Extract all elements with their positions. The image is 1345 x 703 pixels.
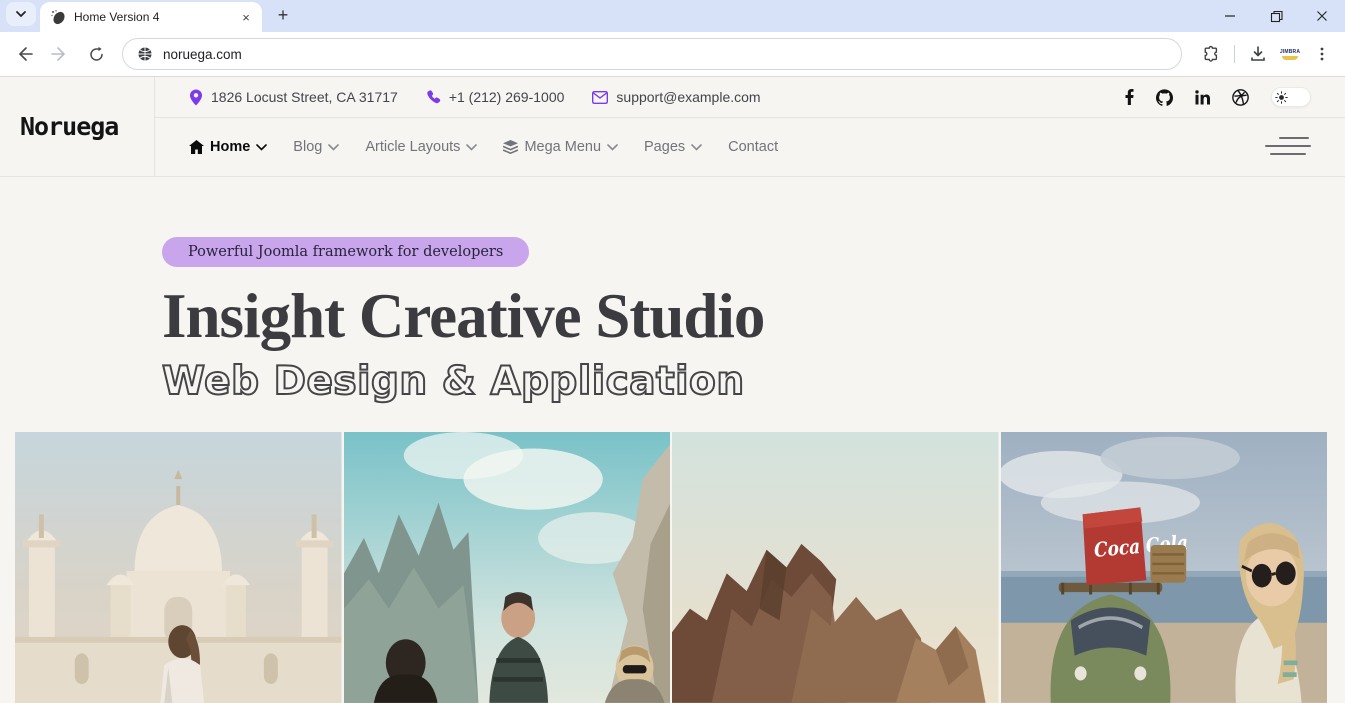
new-tab-button[interactable]: + xyxy=(270,2,296,28)
theme-toggle[interactable] xyxy=(1271,87,1311,107)
window-controls xyxy=(1207,0,1345,32)
palace-photo-art xyxy=(15,432,342,703)
web-page: Noruega 1826 Locust Street, CA 31717 +1 … xyxy=(0,77,1345,703)
tab-search-button[interactable] xyxy=(6,2,36,26)
nav-label: Home xyxy=(210,139,250,155)
kebab-icon xyxy=(1314,46,1330,62)
chevron-down-icon xyxy=(691,144,702,151)
nav-item-mega-menu[interactable]: Mega Menu xyxy=(503,131,636,163)
site-globe-icon xyxy=(137,46,153,62)
toolbar-separator xyxy=(1234,45,1235,63)
chevron-down-icon xyxy=(15,8,27,20)
download-icon xyxy=(1249,45,1267,63)
main-nav: Home Blog Article Layouts Mega Menu xyxy=(155,118,1345,176)
nav-item-article-layouts[interactable]: Article Layouts xyxy=(365,131,495,163)
puzzle-icon xyxy=(1202,45,1220,63)
hero-gallery: Coca Cola xyxy=(15,432,1327,703)
minimize-icon xyxy=(1224,10,1236,22)
tab-close-button[interactable]: × xyxy=(238,9,254,25)
back-button[interactable] xyxy=(8,38,40,70)
forward-button[interactable] xyxy=(44,38,76,70)
forward-icon xyxy=(51,45,69,63)
address-bar[interactable]: noruega.com xyxy=(122,38,1182,70)
gallery-photo-palace[interactable] xyxy=(15,432,342,703)
extensions-button[interactable] xyxy=(1196,39,1226,69)
gallery-photo-van-girl[interactable]: Coca Cola xyxy=(1001,432,1328,703)
github-icon[interactable] xyxy=(1156,89,1173,106)
layers-icon xyxy=(503,140,518,154)
site-header: Noruega 1826 Locust Street, CA 31717 +1 … xyxy=(0,77,1345,177)
phone-icon xyxy=(426,90,441,105)
nav-label: Blog xyxy=(293,139,322,155)
browser-window: Home Version 4 × + noruega. xyxy=(0,0,1345,703)
nav-label: Mega Menu xyxy=(524,139,601,155)
chevron-down-icon xyxy=(256,144,267,151)
close-window-button[interactable] xyxy=(1299,0,1345,32)
email-text: support@example.com xyxy=(616,89,760,105)
downloads-button[interactable] xyxy=(1243,39,1273,69)
nav-label: Pages xyxy=(644,139,685,155)
reload-icon xyxy=(88,46,105,63)
hero-title: Insight Creative Studio xyxy=(162,283,1345,349)
offcanvas-menu-button[interactable] xyxy=(1265,134,1311,160)
minimize-button[interactable] xyxy=(1207,0,1253,32)
contact-topbar: 1826 Locust Street, CA 31717 +1 (212) 26… xyxy=(155,77,1345,118)
site-logo[interactable]: Noruega xyxy=(0,77,155,176)
tab-favicon-icon xyxy=(50,9,66,25)
nav-item-pages[interactable]: Pages xyxy=(644,131,720,163)
menu-button[interactable] xyxy=(1307,39,1337,69)
location-pin-icon xyxy=(189,89,203,106)
linkedin-icon[interactable] xyxy=(1195,90,1210,105)
chevron-down-icon xyxy=(607,144,618,151)
hero-badge: Powerful Joomla framework for developers xyxy=(162,237,529,267)
phone-text: +1 (212) 269-1000 xyxy=(449,89,565,105)
facebook-icon[interactable] xyxy=(1125,89,1134,105)
browser-toolbar: noruega.com JIMBRA xyxy=(0,32,1345,77)
mountain-photo-art xyxy=(344,432,671,703)
avatar-logo-text: JIMBRA xyxy=(1280,49,1300,55)
email-item[interactable]: support@example.com xyxy=(592,89,760,105)
address-item: 1826 Locust Street, CA 31717 xyxy=(189,89,398,106)
hero-subtitle: Web Design & Application xyxy=(162,359,1345,404)
hero-section: Powerful Joomla framework for developers… xyxy=(0,177,1345,404)
social-links xyxy=(1125,87,1311,107)
home-icon xyxy=(189,140,204,154)
address-text: 1826 Locust Street, CA 31717 xyxy=(211,89,398,105)
nav-label: Contact xyxy=(728,139,778,155)
chevron-down-icon xyxy=(328,144,339,151)
tab-strip: Home Version 4 × + xyxy=(0,0,1345,32)
nav-item-contact[interactable]: Contact xyxy=(728,131,796,163)
back-icon xyxy=(15,45,33,63)
browser-tab[interactable]: Home Version 4 × xyxy=(40,2,262,32)
reload-button[interactable] xyxy=(80,38,112,70)
nav-label: Article Layouts xyxy=(365,139,460,155)
url-text: noruega.com xyxy=(163,47,242,62)
rocks-photo-art xyxy=(672,432,999,703)
nav-item-blog[interactable]: Blog xyxy=(293,131,357,163)
restore-icon xyxy=(1270,10,1283,23)
nav-item-home[interactable]: Home xyxy=(189,131,285,163)
gallery-photo-mountain-friends[interactable] xyxy=(344,432,671,703)
envelope-icon xyxy=(592,91,608,104)
site-logo-text: Noruega xyxy=(20,112,118,141)
restore-button[interactable] xyxy=(1253,0,1299,32)
phone-item[interactable]: +1 (212) 269-1000 xyxy=(426,89,565,105)
sun-icon xyxy=(1275,91,1288,104)
profile-avatar[interactable]: JIMBRA xyxy=(1277,41,1303,67)
gallery-photo-desert-rocks[interactable] xyxy=(672,432,999,703)
avatar-logo-arc xyxy=(1282,56,1298,60)
dribbble-icon[interactable] xyxy=(1232,89,1249,106)
tab-title: Home Version 4 xyxy=(74,10,230,24)
van-photo-art: Coca Cola xyxy=(1001,432,1328,703)
chevron-down-icon xyxy=(466,144,477,151)
close-icon xyxy=(1316,10,1328,22)
